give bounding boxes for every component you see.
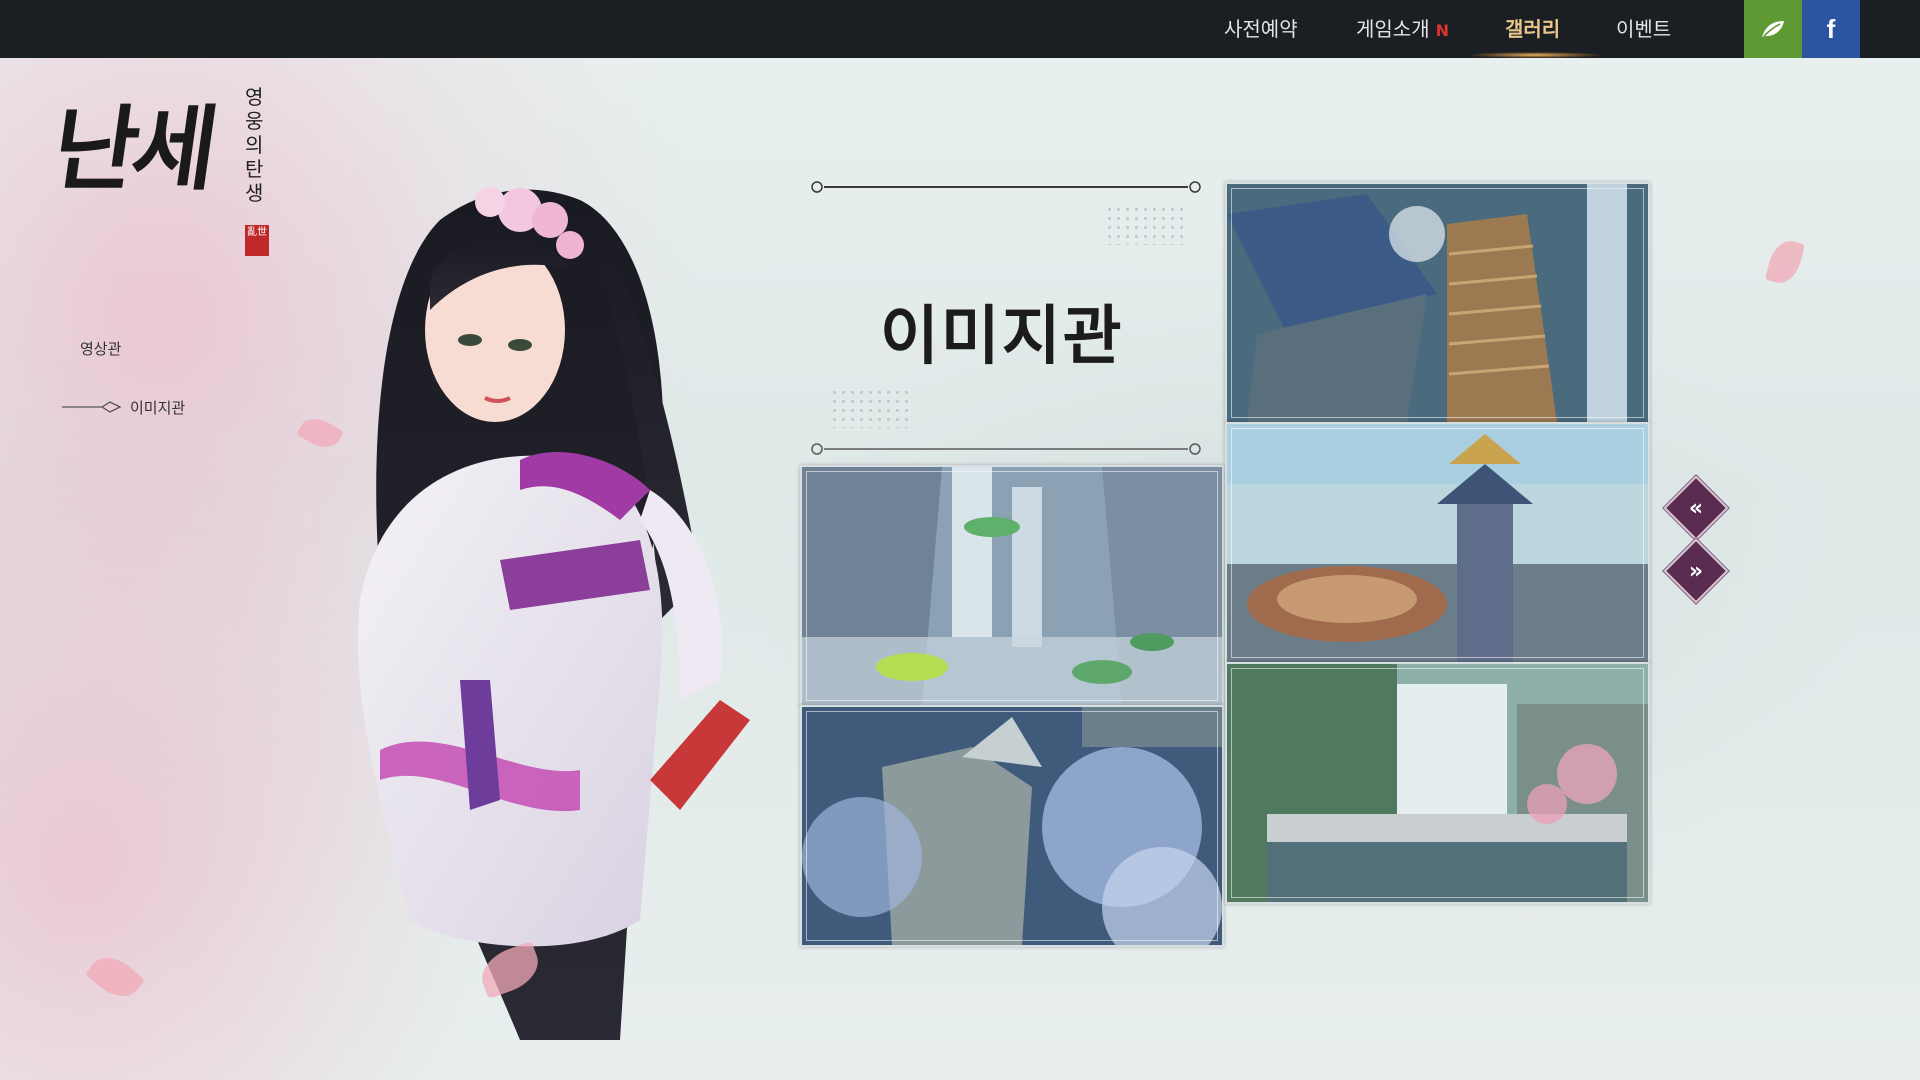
previous-button[interactable]: « — [1666, 478, 1726, 538]
nav-game-intro[interactable]: 게임소개 N — [1356, 0, 1449, 58]
nav-game-intro-label: 게임소개 — [1356, 17, 1430, 41]
blossom-rock-image — [802, 707, 1222, 945]
facebook-icon: f — [1826, 13, 1836, 44]
logo-title: 난세 — [46, 95, 219, 203]
nav-gallery-label: 갤러리 — [1505, 17, 1561, 41]
character-illustration — [358, 187, 750, 1040]
title-bottom-rule — [811, 443, 1201, 455]
title-top-rule — [811, 181, 1201, 193]
sidebar-item-video[interactable]: 영상관 — [80, 338, 121, 359]
page-title: 이미지관 — [880, 299, 1124, 374]
active-marker-icon — [62, 401, 122, 413]
leaf-button[interactable] — [1744, 0, 1802, 58]
gallery-thumbnail[interactable] — [1225, 422, 1650, 664]
waterfall-cliff-image — [802, 467, 1222, 705]
next-button[interactable]: » — [1666, 541, 1726, 601]
rooftop-stairs-image — [1227, 184, 1648, 422]
nav-gallery[interactable]: 갤러리 — [1505, 0, 1560, 58]
facebook-button[interactable]: f — [1802, 0, 1860, 58]
logo-seal: 亂世 — [245, 225, 269, 256]
gallery-thumbnail[interactable] — [1225, 182, 1650, 424]
leaf-icon — [1762, 21, 1784, 37]
nav-preregister-label: 사전예약 — [1224, 17, 1298, 41]
nav-preregister[interactable]: 사전예약 — [1224, 0, 1298, 58]
new-badge: N — [1435, 21, 1449, 40]
dot-pattern — [1105, 205, 1185, 245]
dot-pattern — [830, 388, 910, 428]
gallery-thumbnail[interactable] — [1225, 662, 1650, 904]
chevron-right-icon: » — [1688, 558, 1704, 584]
lakeside-pagoda-image — [1227, 424, 1648, 662]
nav-event[interactable]: 이벤트 — [1616, 0, 1671, 58]
nav-event-label: 이벤트 — [1616, 17, 1672, 41]
gallery-thumbnail[interactable] — [800, 705, 1224, 947]
logo-subtitle: 영웅의탄생 — [245, 85, 264, 205]
active-nav-glow — [1470, 52, 1600, 58]
chevron-left-icon: « — [1688, 495, 1704, 521]
sidebar-item-image[interactable]: 이미지관 — [130, 397, 185, 418]
gallery-thumbnail[interactable] — [800, 465, 1224, 707]
bamboo-waterfall-image — [1227, 664, 1648, 902]
game-logo[interactable]: 난세 영웅의탄생 亂世 — [46, 75, 275, 265]
